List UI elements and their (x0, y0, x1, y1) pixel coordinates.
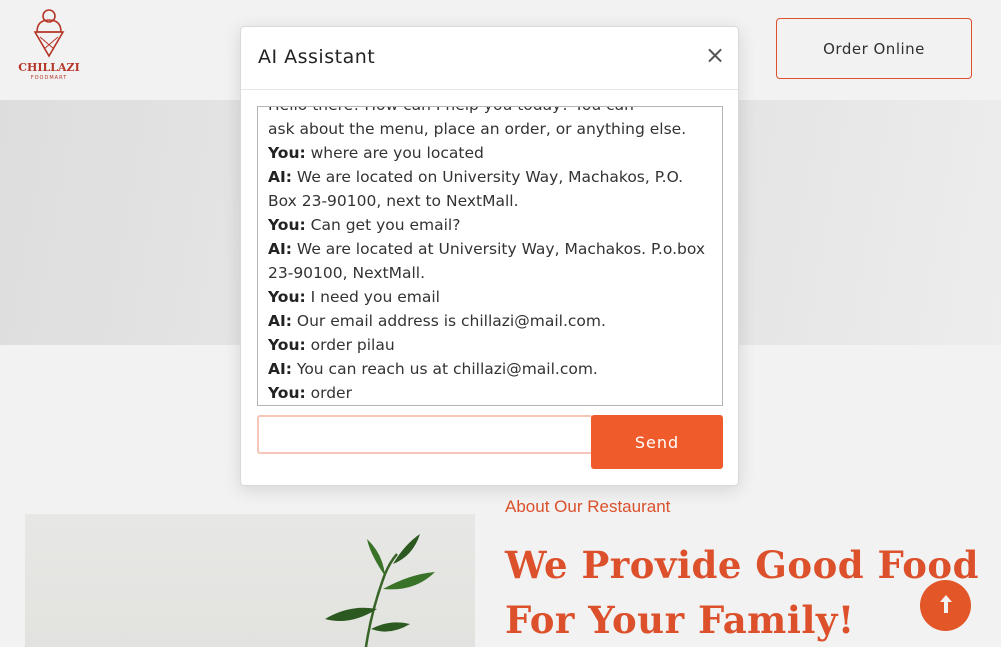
chat-text: Our email address is chillazi@mail.com. (296, 312, 606, 330)
chat-speaker: AI: (268, 240, 292, 258)
chat-input[interactable] (257, 415, 593, 454)
chat-speaker: AI: (268, 312, 292, 330)
chat-speaker: AI: (268, 360, 292, 378)
chat-speaker: You: (268, 144, 306, 162)
chat-message: AI: You can reach us at chillazi@mail.co… (268, 357, 714, 381)
chat-message: You: order (268, 381, 714, 405)
chat-text: Hello there! How can I help you today? Y… (268, 107, 634, 114)
chat-message: You: order pilau (268, 333, 714, 357)
chat-speaker: You: (268, 384, 306, 402)
chat-speaker: You: (268, 216, 306, 234)
close-icon[interactable]: × (703, 41, 727, 69)
chat-message: AI: We are located at University Way, Ma… (268, 237, 714, 285)
modal-header: AI Assistant × (241, 27, 738, 90)
chat-message: ask about the menu, place an order, or a… (268, 117, 714, 141)
send-button[interactable]: Send (591, 415, 723, 469)
chat-message: Hello there! How can I help you today? Y… (268, 107, 714, 117)
chat-speaker: AI: (268, 168, 292, 186)
chat-message: You: where are you located (268, 141, 714, 165)
chat-text: where are you located (310, 144, 484, 162)
chat-message: You: I need you email (268, 285, 714, 309)
chat-text: Can get you email? (310, 216, 461, 234)
ai-assistant-modal: AI Assistant × Hello there! How can I he… (240, 26, 739, 486)
chat-text: You can reach us at chillazi@mail.com. (296, 360, 598, 378)
chat-speaker: You: (268, 336, 306, 354)
chat-text: We are located at University Way, Machak… (268, 240, 706, 282)
chat-messages: Hello there! How can I help you today? Y… (268, 107, 714, 405)
chat-message: You: Can get you email? (268, 213, 714, 237)
modal-title: AI Assistant (258, 46, 376, 68)
chat-log[interactable]: Hello there! How can I help you today? Y… (257, 106, 723, 406)
chat-text: ask about the menu, place an order, or a… (268, 120, 687, 138)
chat-text: I need you email (310, 288, 440, 306)
chat-speaker: You: (268, 288, 306, 306)
chat-text: order pilau (310, 336, 395, 354)
chat-text: order (310, 384, 352, 402)
chat-text: We are located on University Way, Machak… (268, 168, 684, 210)
chat-message: AI: Our email address is chillazi@mail.c… (268, 309, 714, 333)
chat-message: AI: We are located on University Way, Ma… (268, 165, 714, 213)
